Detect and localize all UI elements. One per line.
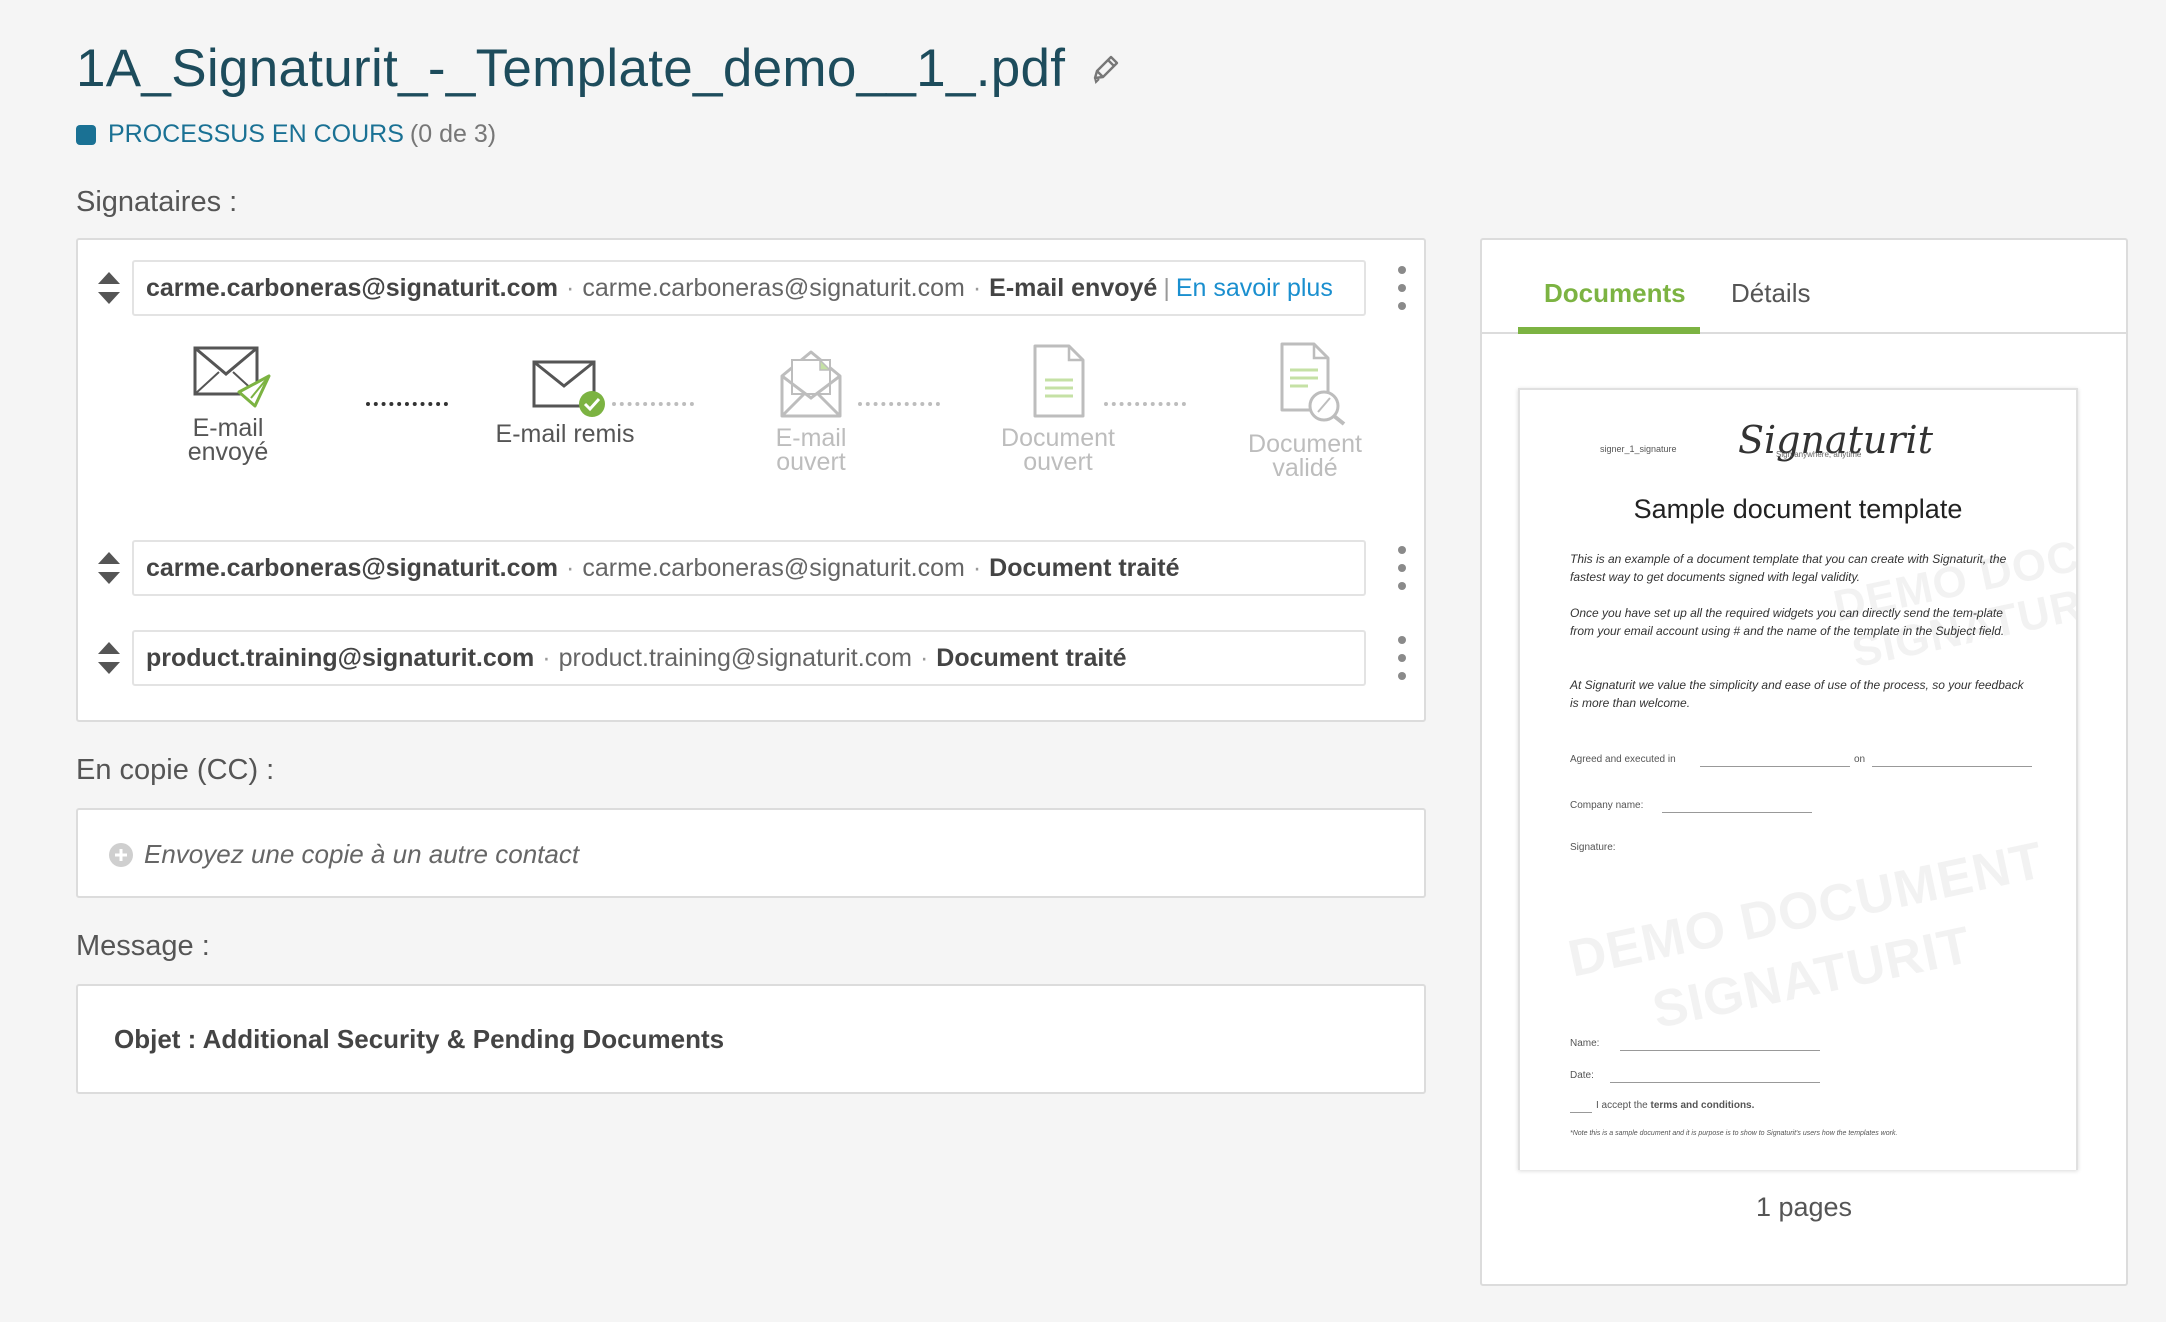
preview-signer-tag: signer_1_signature <box>1600 444 1677 454</box>
step-email-opened: E-mail ouvert <box>721 340 901 476</box>
signer-status: E-mail envoyé <box>989 273 1158 302</box>
more-options-icon[interactable] <box>1396 266 1408 310</box>
signer-name: carme.carboneras@signaturit.com <box>146 553 559 582</box>
page-count: 1 pages <box>1755 1192 1853 1222</box>
message-label: Message : <box>76 930 210 962</box>
preview-date: Date: <box>1570 1070 1594 1081</box>
step-label: validé <box>1272 454 1338 482</box>
preview-line <box>1700 766 1850 767</box>
process-status: PROCESSUS EN COURS (0 de 3) <box>76 120 496 149</box>
step-email-delivered: E-mail remis <box>475 340 655 448</box>
preview-line <box>1872 766 2032 767</box>
step-document-validated: Document validé <box>1215 340 1395 482</box>
signer-name: carme.carboneras@signaturit.com <box>146 273 559 302</box>
signer-box[interactable]: carme.carboneras@signaturit.com · carme.… <box>132 260 1366 316</box>
step-label: E-mail <box>775 424 847 452</box>
preview-paragraph: At Signaturit we value the simplicity an… <box>1570 678 2024 710</box>
envelope-delivered-icon <box>532 360 605 417</box>
more-options-icon[interactable] <box>1396 636 1408 680</box>
preview-heading: Sample document template <box>1633 494 1963 524</box>
signer-row: carme.carboneras@signaturit.com · carme.… <box>98 540 1406 596</box>
step-label: ouvert <box>1023 448 1093 476</box>
separator: · <box>566 273 575 302</box>
signers-label: Signataires : <box>76 186 238 218</box>
pipe-separator: | <box>1163 273 1170 302</box>
signer-email: carme.carboneras@signaturit.com <box>582 553 965 582</box>
cc-placeholder: Envoyez une copie à un autre contact <box>144 839 580 869</box>
delivery-tracker: E-mail envoyé E-mail remis E-mail ouvert <box>188 340 1398 490</box>
title-row: 1A_Signaturit_-_Template_demo__1_.pdf <box>76 38 1123 99</box>
document-icon <box>1033 344 1085 418</box>
pencil-icon[interactable] <box>1087 51 1123 87</box>
plus-circle-icon <box>109 842 133 867</box>
learn-more-link[interactable]: En savoir plus <box>1176 274 1333 303</box>
active-tab-indicator <box>1518 327 1700 334</box>
cc-label: En copie (CC) : <box>76 754 275 786</box>
preview-accept: I accept the terms and conditions. <box>1596 1100 1754 1111</box>
separator: · <box>972 273 982 302</box>
preview-name: Name: <box>1570 1038 1600 1049</box>
signer-email: product.training@signaturit.com <box>558 643 912 672</box>
step-connector <box>1104 402 1186 406</box>
preview-line <box>1662 812 1812 813</box>
tab-details[interactable]: Détails <box>1731 278 1810 309</box>
preview-company: Company name: <box>1570 800 1644 811</box>
signer-box[interactable]: carme.carboneras@signaturit.com · carme.… <box>132 540 1366 596</box>
status-label: PROCESSUS EN COURS <box>108 120 404 148</box>
step-label: Document <box>1248 430 1362 458</box>
add-cc-button[interactable]: Envoyez une copie à un autre contact <box>108 839 579 870</box>
preview-tagline: Sign anywhere, anytime <box>1776 450 1862 459</box>
message-card: Objet : Additional Security & Pending Do… <box>76 984 1426 1094</box>
signer-status: Document traité <box>989 553 1180 582</box>
step-document-opened: Document ouvert <box>968 340 1148 476</box>
preview-agreed: Agreed and executed in <box>1570 754 1676 765</box>
document-preview[interactable]: signer_1_signature Signaturit Sign anywh… <box>1518 388 2078 1170</box>
step-connector <box>366 402 448 406</box>
envelope-sent-icon <box>193 346 271 408</box>
preview-line <box>1610 1082 1820 1083</box>
tab-documents[interactable]: Documents <box>1544 278 1686 309</box>
sort-handle-icon[interactable] <box>96 268 122 308</box>
preview-line <box>1570 1112 1592 1113</box>
step-email-sent: E-mail envoyé <box>138 340 318 466</box>
step-label: E-mail <box>192 414 264 442</box>
preview-accept-text: I accept the <box>1596 1100 1648 1111</box>
preview-signature: Signature: <box>1570 842 1616 853</box>
signer-status: Document traité <box>936 643 1127 672</box>
step-label: ouvert <box>776 448 846 476</box>
step-label: envoyé <box>187 438 269 466</box>
separator: · <box>566 553 575 582</box>
status-count: (0 de 3) <box>409 120 497 148</box>
step-connector <box>858 402 940 406</box>
signer-row: product.training@signaturit.com · produc… <box>98 630 1406 686</box>
sort-handle-icon[interactable] <box>96 638 122 678</box>
preview-line <box>1620 1050 1820 1051</box>
preview-on: on <box>1854 754 1866 765</box>
signer-box[interactable]: product.training@signaturit.com · produc… <box>132 630 1366 686</box>
step-label: E-mail remis <box>495 420 635 448</box>
step-label: Document <box>1001 424 1115 452</box>
sort-handle-icon[interactable] <box>96 548 122 588</box>
signer-row: carme.carboneras@signaturit.com · carme.… <box>98 260 1406 316</box>
document-validated-icon <box>1280 342 1346 426</box>
status-indicator <box>76 124 96 145</box>
step-connector <box>612 402 694 406</box>
cc-card: Envoyez une copie à un autre contact <box>76 808 1426 898</box>
signer-email: carme.carboneras@signaturit.com <box>582 273 965 302</box>
panel-tabs: Documents Détails <box>1482 240 2126 334</box>
preview-terms: terms and conditions. <box>1650 1100 1755 1111</box>
documents-panel: Documents Détails signer_1_signature Sig… <box>1480 238 2128 1286</box>
separator: · <box>972 553 982 582</box>
message-subject: Objet : Additional Security & Pending Do… <box>114 1024 725 1054</box>
document-title: 1A_Signaturit_-_Template_demo__1_.pdf <box>76 39 1066 98</box>
preview-note: *Note this is a sample document and it i… <box>1570 1130 1898 1137</box>
envelope-open-icon <box>780 350 842 418</box>
separator: · <box>542 643 551 672</box>
more-options-icon[interactable] <box>1396 546 1408 590</box>
signers-card: carme.carboneras@signaturit.com · carme.… <box>76 238 1426 722</box>
separator: · <box>919 643 929 672</box>
signer-name: product.training@signaturit.com <box>146 643 535 672</box>
